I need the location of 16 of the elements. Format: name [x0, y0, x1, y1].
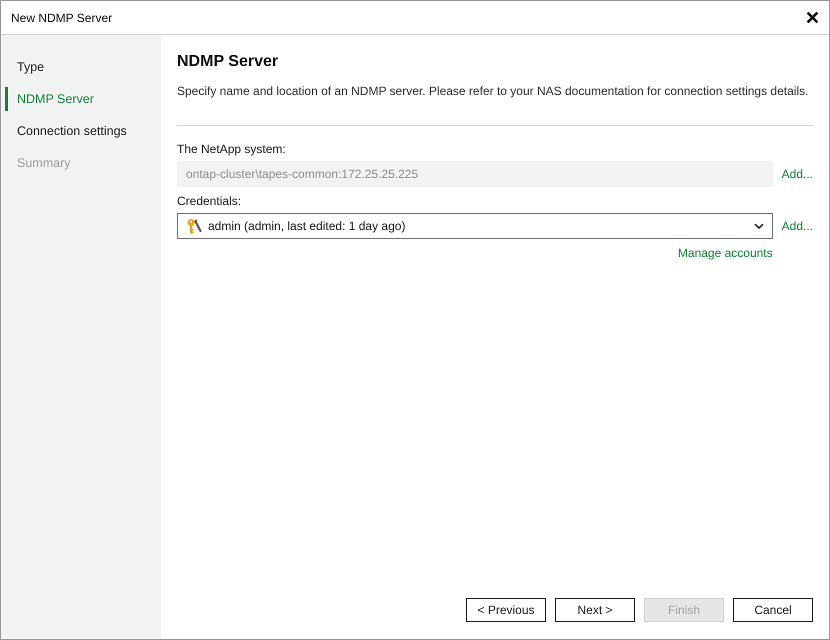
wizard-button[interactable]: < Previous — [466, 598, 546, 622]
wizard-button[interactable]: Next > — [555, 598, 635, 622]
wizard-button[interactable]: Cancel — [733, 598, 813, 622]
window-title: New NDMP Server — [11, 10, 112, 24]
close-icon — [806, 12, 818, 23]
wizard-step[interactable]: Connection settings — [1, 115, 161, 147]
field-label: The NetApp system: — [177, 141, 287, 157]
page-description: Specify name and location of an NDMP server. Please refer to your NAS documentation for connection settings details. — [177, 83, 810, 100]
page-title: NDMP Server — [177, 52, 280, 72]
add-link[interactable]: Add... — [782, 219, 813, 233]
field-label: Credentials: — [177, 193, 242, 209]
chevron-down-icon — [754, 222, 764, 230]
wizard-step[interactable]: Type — [1, 51, 161, 83]
manage-accounts-link[interactable]: Manage accounts — [678, 245, 773, 261]
key-icon — [186, 218, 202, 234]
dropdown-field[interactable]: admin (admin, last edited: 1 day ago) — [177, 213, 773, 239]
